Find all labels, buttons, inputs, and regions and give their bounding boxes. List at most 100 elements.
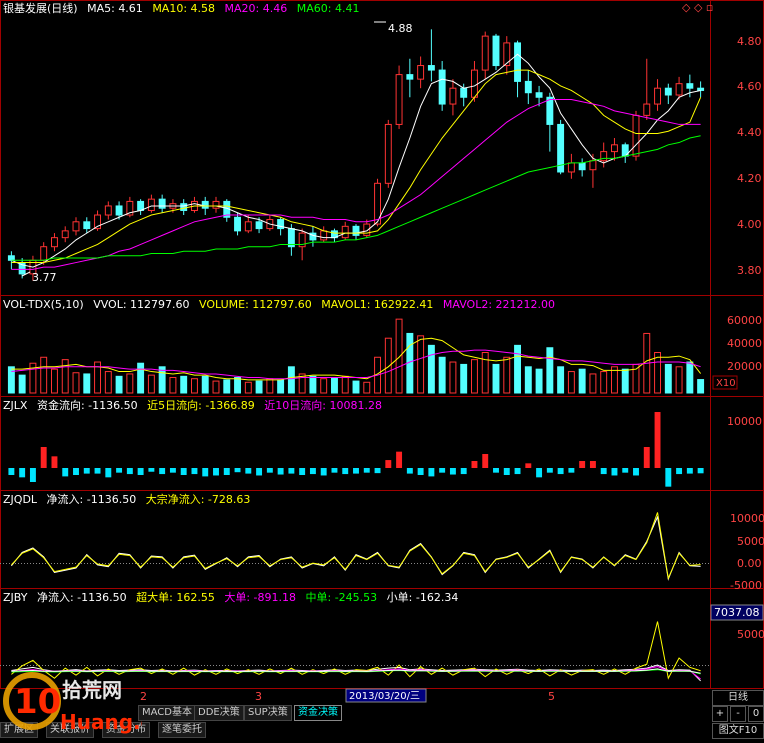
volume-bar xyxy=(212,380,220,394)
ma5-name: MA5 xyxy=(87,2,112,15)
zoom-in-button[interactable]: + xyxy=(712,706,728,722)
volume-bar xyxy=(255,380,263,394)
zjlx-bar xyxy=(299,468,306,475)
logo-text-cn: 拾荒网 xyxy=(62,678,122,702)
ma60-name: MA60 xyxy=(296,2,328,15)
volume-bar xyxy=(7,366,15,394)
zjlx-bar xyxy=(62,468,69,477)
price-tick: 4.00 xyxy=(737,218,762,231)
low-marker: 3.77 xyxy=(21,271,57,284)
zjlx-bar xyxy=(234,468,241,473)
time-label: 5 xyxy=(548,690,555,703)
zjlx-bar xyxy=(116,468,123,473)
chart-nav-icons[interactable]: ◇ ◇ ▫ xyxy=(682,1,713,14)
volume-bar xyxy=(524,366,532,394)
tab-dde[interactable]: DDE决策 xyxy=(194,705,244,721)
volume-unit: X10 xyxy=(716,378,736,389)
volume-bar xyxy=(621,368,629,394)
candle-body xyxy=(61,230,69,239)
main-header: 银基发展(日线) MA5: 4.61 MA10: 4.58 MA20: 4.46… xyxy=(3,2,365,16)
zjlx-bar xyxy=(202,468,209,477)
volume-bar xyxy=(395,318,403,394)
stock-title: 银基发展(日线) xyxy=(3,2,78,15)
volume-bar xyxy=(664,363,672,394)
tab-tick-orders[interactable]: 逐笔委托 xyxy=(158,722,206,738)
zjby-label: 小单: -162.34 xyxy=(386,591,459,604)
candle-body xyxy=(147,198,155,211)
time-label: 3 xyxy=(255,690,262,703)
volume-bar xyxy=(115,375,123,394)
zjlx-bar xyxy=(514,468,521,475)
volume-bar xyxy=(40,356,48,394)
zjlx-bar xyxy=(191,468,198,475)
zjqdl-plot xyxy=(10,512,701,581)
zjqdl-tick: 5000 xyxy=(737,535,764,548)
zjby-header: ZJBY 净流入: -1136.50 超大单: 162.55 大单: -891.… xyxy=(3,591,464,605)
volume-bar xyxy=(363,381,371,394)
volume-bar xyxy=(427,344,435,394)
volume-bar xyxy=(567,371,575,394)
zjlx-bar xyxy=(525,463,532,468)
tab-sup[interactable]: SUP决策 xyxy=(244,705,292,721)
zjlx-bar xyxy=(288,468,295,474)
zoom-out-button[interactable]: - xyxy=(730,706,746,722)
candle-body xyxy=(83,221,91,230)
zjlx-name: ZJLX xyxy=(3,399,28,412)
candle-body xyxy=(115,205,123,216)
candle-body xyxy=(51,237,58,248)
zjlx-label: 近5日流向: -1366.89 xyxy=(147,399,255,412)
tab-macd[interactable]: MACD基本 xyxy=(138,705,196,721)
zjlx-bar xyxy=(180,468,187,475)
volume-bar xyxy=(697,379,705,394)
zjlx-bar xyxy=(342,468,349,475)
candle-body xyxy=(7,255,15,261)
vol-label: MAVOL1: 162922.41 xyxy=(321,298,434,311)
volume-bar xyxy=(492,363,500,394)
series-line xyxy=(10,515,701,581)
price-tick: 3.80 xyxy=(737,264,762,277)
zjlx-bar xyxy=(353,468,359,474)
zjlx-bar xyxy=(439,468,446,473)
volume-bar xyxy=(460,363,468,394)
candle-body xyxy=(255,221,263,230)
zjlx-bar xyxy=(406,468,413,474)
zjqdl-tick: 10000 xyxy=(730,512,764,525)
f10-button[interactable]: 图文F10 xyxy=(712,723,764,739)
ma-line-ma20 xyxy=(11,99,701,270)
ma10-name: MA10 xyxy=(152,2,184,15)
candle-body xyxy=(320,230,328,241)
zjby-label: 大单: -891.18 xyxy=(224,591,296,604)
tab-fund-decision[interactable]: 资金决策 xyxy=(294,705,342,721)
zjqdl-name: ZJQDL xyxy=(3,493,38,506)
zjlx-bar xyxy=(493,468,499,473)
volume-bar xyxy=(417,335,425,394)
volume-bar xyxy=(104,371,112,394)
volume-bar xyxy=(331,377,338,394)
zjlx-bar xyxy=(159,468,166,475)
volume-bar xyxy=(675,366,683,394)
zjlx-bar xyxy=(460,468,467,475)
candle-body xyxy=(524,80,532,94)
volume-bar xyxy=(191,378,198,394)
candle-body xyxy=(567,162,575,173)
period-button[interactable]: 日线 xyxy=(712,690,764,706)
zjlx-bar xyxy=(29,468,36,482)
zjlx-bar xyxy=(126,468,133,475)
zjlx-tick: 10000 xyxy=(727,415,762,428)
candle-body xyxy=(427,65,435,71)
candle-body xyxy=(654,87,661,105)
zjlx-bar xyxy=(223,468,230,475)
zjlx-bar xyxy=(643,447,650,468)
vol-label: MAVOL2: 221212.00 xyxy=(442,298,556,311)
price-tick: 4.80 xyxy=(737,35,762,48)
volume-bar xyxy=(514,344,521,394)
candle-body xyxy=(697,87,705,91)
zjlx-bar xyxy=(622,468,629,473)
vol-name: VOL-TDX(5,10) xyxy=(3,298,84,311)
volume-bar xyxy=(287,366,295,394)
volume-bar xyxy=(83,373,91,394)
reset-button[interactable]: 0 xyxy=(748,706,764,722)
volume-tick: 60000 xyxy=(727,314,762,327)
zjlx-bar xyxy=(686,468,693,474)
zjlx-bar xyxy=(428,468,435,477)
